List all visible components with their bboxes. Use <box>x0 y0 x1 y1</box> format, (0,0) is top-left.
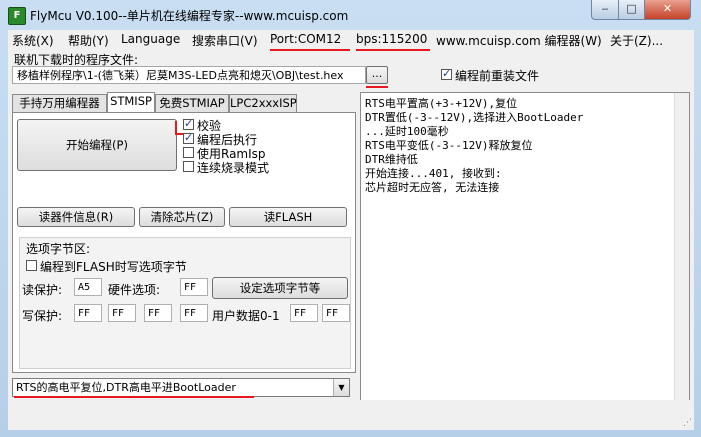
option-bytes-group: 选项字节区: 编程到FLASH时写选项字节 读保护: A5 硬件选项: FF 设… <box>19 237 351 369</box>
app-window: F FlyMcu V0.100--单片机在线编程专家--www.mcuisp.c… <box>0 0 701 437</box>
browse-button[interactable]: ... <box>366 66 388 84</box>
reload-before-program-label: 编程前重装文件 <box>455 69 540 83</box>
menu-about[interactable]: 关于(Z)... <box>610 32 663 49</box>
log-line: RTS电平变低(-3--12V)释放复位 <box>365 139 533 152</box>
stmisp-panel: 开始编程(P) 校验 编程后执行 使用RamIsp 连续烧录模式 读器件信息(R… <box>12 112 356 373</box>
read-protect-label: 读保护: <box>22 283 63 297</box>
title-bar[interactable]: F FlyMcu V0.100--单片机在线编程专家--www.mcuisp.c… <box>0 0 701 30</box>
start-programming-button[interactable]: 开始编程(P) <box>17 119 177 171</box>
flymcu-app-icon: F <box>8 7 26 25</box>
log-line: 芯片超时无应答, 无法连接 <box>365 181 500 194</box>
write-protect-label: 写保护: <box>22 309 63 323</box>
tab-handheld-programmer[interactable]: 手持万用编程器 <box>12 94 107 112</box>
log-line: 开始连接...401, 接收到: <box>365 167 502 180</box>
continuous-burn-checkbox[interactable] <box>183 161 194 172</box>
checkbox-annotation-mark-horizontal <box>175 133 183 135</box>
dropdown-arrow-icon[interactable]: ▼ <box>333 379 349 396</box>
boot-mode-selected: RTS的高电平复位,DTR高电平进BootLoader <box>16 381 236 394</box>
menu-programmer[interactable]: www.mcuisp.com 编程器(W) <box>436 32 602 49</box>
option-bytes-label: 选项字节区: <box>26 242 91 256</box>
maximize-button[interactable]: □ <box>618 0 645 20</box>
use-ramisp-checkbox[interactable] <box>183 147 194 158</box>
tab-lpc2xxxisp[interactable]: LPC2xxxISP <box>229 94 297 112</box>
user-data-field-1[interactable]: FF <box>322 304 350 322</box>
erase-chip-button[interactable]: 清除芯片(Z) <box>139 207 225 227</box>
read-protect-field[interactable]: A5 <box>74 278 102 296</box>
browse-annotation-underline <box>366 86 388 88</box>
read-device-info-button[interactable]: 读器件信息(R) <box>17 207 135 227</box>
continuous-burn-label: 连续烧录模式 <box>197 161 270 175</box>
reload-before-program-checkbox[interactable] <box>441 67 452 80</box>
run-after-program-checkbox[interactable] <box>183 131 194 144</box>
menu-search-port[interactable]: 搜索串口(V) <box>192 32 258 49</box>
user-data-field-0[interactable]: FF <box>290 304 318 322</box>
window-title: FlyMcu V0.100--单片机在线编程专家--www.mcuisp.com <box>30 9 349 23</box>
set-option-bytes-button[interactable]: 设定选项字节等 <box>212 277 348 299</box>
log-line: DTR维持低 <box>365 153 418 166</box>
log-scrollbar[interactable] <box>674 93 689 419</box>
log-line: RTS电平置高(+3-+12V),复位 <box>365 97 518 110</box>
close-button[interactable]: ✕ <box>644 0 691 20</box>
client-area: 系统(X) 帮助(Y) Language 搜索串口(V) Port:COM12 … <box>8 30 694 430</box>
write-option-bytes-label: 编程到FLASH时写选项字节 <box>40 260 187 274</box>
minimize-button[interactable]: ‒ <box>591 0 619 20</box>
bps-annotation-underline <box>356 49 430 51</box>
tab-stmisp[interactable]: STMISP <box>107 92 155 112</box>
menu-language[interactable]: Language <box>121 32 180 46</box>
read-flash-button[interactable]: 读FLASH <box>229 207 347 227</box>
write-protect-field-3[interactable]: FF <box>180 304 208 322</box>
hardware-option-field[interactable]: FF <box>180 278 208 296</box>
tab-free-stmiap[interactable]: 免费STMIAP <box>155 94 229 112</box>
write-option-bytes-checkbox[interactable] <box>26 260 37 271</box>
menu-bps[interactable]: bps:115200 <box>356 32 427 46</box>
port-annotation-underline <box>270 49 350 51</box>
boot-mode-dropdown[interactable]: RTS的高电平复位,DTR高电平进BootLoader ▼ <box>12 378 350 397</box>
write-protect-field-0[interactable]: FF <box>74 304 102 322</box>
log-line: DTR置低(-3--12V),选择进入BootLoader <box>365 111 584 124</box>
menu-help[interactable]: 帮助(Y) <box>68 32 109 49</box>
log-line: ...延时100毫秒 <box>365 125 449 138</box>
resize-grip-icon[interactable]: ⋰ <box>683 418 692 428</box>
menu-bar: 系统(X) 帮助(Y) Language 搜索串口(V) Port:COM12 … <box>8 30 694 50</box>
status-bar: ⋰ <box>8 400 694 430</box>
menu-port[interactable]: Port:COM12 <box>270 32 341 46</box>
menu-system[interactable]: 系统(X) <box>12 32 54 49</box>
user-data-label: 用户数据0-1 <box>212 309 280 323</box>
hardware-option-label: 硬件选项: <box>108 283 161 297</box>
verify-checkbox[interactable] <box>183 117 194 130</box>
write-protect-field-1[interactable]: FF <box>108 304 136 322</box>
output-log[interactable]: RTS电平置高(+3-+12V),复位 DTR置低(-3--12V),选择进入B… <box>360 92 690 420</box>
boot-mode-annotation-underline <box>14 396 254 398</box>
program-file-path[interactable]: 移植样例程序\1-(德飞莱）尼莫M3S-LED点亮和熄灭\OBJ\test.he… <box>12 66 366 84</box>
write-protect-field-2[interactable]: FF <box>144 304 172 322</box>
